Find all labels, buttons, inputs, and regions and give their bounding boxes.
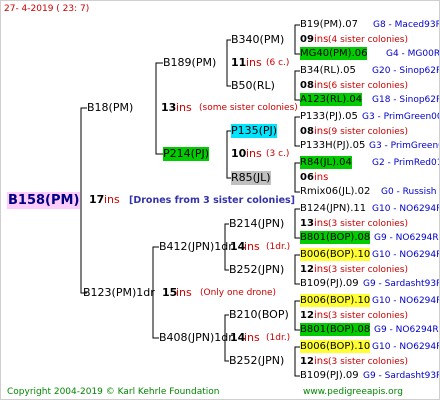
gen4-note-8: (3 sister colonies) xyxy=(328,357,409,367)
gen4-sire-5: B124(JPN).11 xyxy=(300,203,367,214)
gen4-sire-1: B19(PM).07 xyxy=(300,19,358,30)
chart-date: 27- 4-2019 ( 23: 7) xyxy=(4,4,90,14)
pedigree-chart: 27- 4-2019 ( 23: 7) B158(PM) 17 ins [Dro… xyxy=(0,0,440,400)
gen4-ins-8: ins xyxy=(314,356,329,367)
gen1-count-1: 13 xyxy=(161,101,177,114)
gen4-dam-4: Rmix06(JL).02 xyxy=(300,186,371,197)
gen3-queen-6: B252(JPN) xyxy=(229,263,285,276)
gen1-queen-1: B18(PM) xyxy=(87,101,134,114)
gen4-count-3: 08 xyxy=(300,126,314,137)
gen4-sire-code-3: G3 - PrimGreen00 xyxy=(362,112,440,122)
gen2-ins-3: ins xyxy=(244,240,260,253)
gen4-sire-code-4: G2 - PrimRed01 xyxy=(372,158,440,168)
gen4-sire-code-6: G10 - NO6294R xyxy=(372,250,440,260)
gen4-count-4: 06 xyxy=(300,172,314,183)
gen3-queen-4: R85(JL) xyxy=(231,171,271,185)
gen2-queen-4: B408(JPN)1dr xyxy=(159,331,233,344)
gen2-note-4: (1dr.) xyxy=(266,333,291,343)
gen4-dam-1: MG40(PM).06 xyxy=(300,47,368,60)
root-note: [Drones from 3 sister colonies] xyxy=(129,195,296,206)
gen4-sire-2: B34(RL).05 xyxy=(300,65,356,76)
gen4-sire-3: P133(PJ).05 xyxy=(300,111,358,122)
gen4-dam-code-2: G18 - Sinop62R xyxy=(372,95,440,105)
gen4-note-5: (3 sister colonies) xyxy=(328,219,409,229)
gen4-dam-code-6: G9 - Sardasht93R xyxy=(363,279,440,289)
gen2-note-1: (6 c.) xyxy=(266,58,290,68)
gen1-queen-2: B123(PM)1dr xyxy=(83,286,155,299)
gen4-dam-2: A123(RL).04 xyxy=(300,93,363,106)
gen4-ins-5: ins xyxy=(314,218,329,229)
gen4-sire-7: B006(BOP).10 xyxy=(300,294,371,307)
gen2-count-2: 10 xyxy=(231,147,247,160)
gen4-sire-code-5: G10 - NO6294R xyxy=(372,204,440,214)
gen4-dam-6: B109(PJ).09 xyxy=(300,278,359,289)
gen4-dam-code-7: G9 - NO6294R xyxy=(374,325,439,335)
gen4-dam-code-8: G9 - Sardasht93R xyxy=(363,371,440,381)
gen3-queen-7: B210(BOP) xyxy=(229,308,289,321)
gen3-queen-1: B340(PM) xyxy=(231,33,285,46)
gen4-dam-5: B801(BOP).08 xyxy=(300,231,371,244)
gen1-ins-2: ins xyxy=(176,286,192,299)
copyright-text: Copyright 2004-2019 © Karl Kehrle Founda… xyxy=(7,387,220,397)
gen1-ins-1: ins xyxy=(176,101,192,114)
gen2-ins-2: ins xyxy=(246,147,262,160)
gen3-queen-2: B50(RL) xyxy=(231,79,275,92)
gen2-note-2: (3 c.) xyxy=(266,149,290,159)
gen2-queen-1: B189(PM) xyxy=(163,56,217,69)
gen4-sire-4: R84(JL).04 xyxy=(300,156,352,169)
gen4-ins-7: ins xyxy=(314,310,329,321)
gen1-note-1: (some sister colonies) xyxy=(199,103,298,113)
gen4-sire-code-7: G10 - NO6294R xyxy=(372,296,440,306)
gen4-ins-4: ins xyxy=(314,172,329,183)
gen4-sire-6: B006(BOP).10 xyxy=(300,248,371,261)
gen4-count-2: 08 xyxy=(300,80,314,91)
gen2-count-1: 11 xyxy=(231,56,247,69)
gen4-dam-code-4: G0 - Russish xyxy=(381,187,437,197)
gen4-count-1: 09 xyxy=(300,34,314,45)
gen4-dam-7: B801(BOP).08 xyxy=(300,323,371,336)
gen3-queen-5: B214(JPN) xyxy=(229,217,285,230)
gen4-dam-code-5: G9 - NO6294R xyxy=(374,233,439,243)
gen4-note-3: (9 sister colonies) xyxy=(328,127,409,137)
gen4-count-5: 13 xyxy=(300,218,314,229)
bracket-root xyxy=(80,107,87,294)
root-queen: B158(PM) xyxy=(7,192,81,209)
gen4-note-2: (6 sister colonies) xyxy=(328,81,409,91)
gen4-ins-1: ins xyxy=(314,34,329,45)
gen4-count-6: 12 xyxy=(300,264,314,275)
gen2-ins-1: ins xyxy=(246,56,262,69)
gen4-sire-8: B006(BOP).10 xyxy=(300,340,371,353)
site-link[interactable]: www.pedigreeapis.org xyxy=(303,386,403,399)
gen4-dam-code-3: G3 - PrimGreen00 xyxy=(369,141,439,151)
root-ins-label: ins xyxy=(104,193,120,206)
gen4-sire-code-1: G8 - Maced93R xyxy=(373,20,440,30)
gen2-note-3: (1dr.) xyxy=(266,242,291,252)
gen4-dam-code-1: G4 - MG00R xyxy=(386,49,440,59)
gen4-count-8: 12 xyxy=(300,356,314,367)
gen4-sire-code-8: G10 - NO6294R xyxy=(372,342,440,352)
gen4-ins-3: ins xyxy=(314,126,329,137)
gen4-dam-3: P133H(PJ).05 xyxy=(300,140,366,151)
gen2-ins-4: ins xyxy=(244,331,260,344)
gen4-ins-2: ins xyxy=(314,80,329,91)
gen1-note-2: (Only one drone) xyxy=(200,288,277,298)
gen3-queen-8: B252(JPN) xyxy=(229,354,285,367)
gen4-note-1: (4 sister colonies) xyxy=(328,35,409,45)
gen4-sire-code-2: G20 - Sinop62R xyxy=(372,66,440,76)
gen2-queen-3: B412(JPN)1dr xyxy=(159,240,233,253)
gen4-note-7: (3 sister colonies) xyxy=(328,311,409,321)
gen4-dam-8: B109(PJ).09 xyxy=(300,370,359,381)
gen4-note-6: (3 sister colonies) xyxy=(328,265,409,275)
root-ins-count: 17 xyxy=(89,193,105,206)
gen2-queen-2: P214(PJ) xyxy=(163,147,210,161)
gen4-count-7: 12 xyxy=(300,310,314,321)
gen3-queen-3: P135(PJ) xyxy=(231,124,278,138)
gen4-ins-6: ins xyxy=(314,264,329,275)
